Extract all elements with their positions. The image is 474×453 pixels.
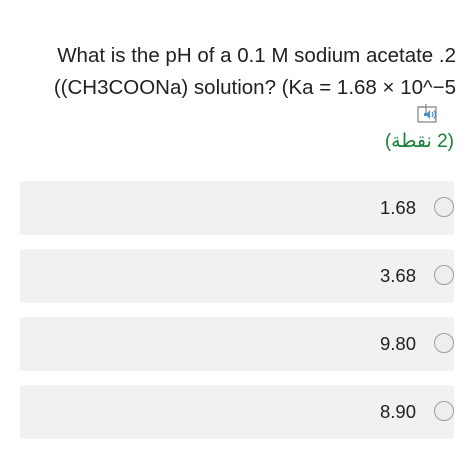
points-label: (2 نقطة) (384, 131, 454, 152)
radio-button[interactable] (434, 401, 454, 421)
option-label: 3.68 (379, 265, 416, 286)
radio-button[interactable] (434, 197, 454, 217)
option-label: 1.68 (379, 197, 416, 218)
radio-button[interactable] (434, 333, 454, 353)
question-text-line-1: What is the pH of a 0.1 M sodium acetate… (57, 44, 456, 67)
question-block: What is the pH of a 0.1 M sodium acetate… (18, 40, 456, 104)
option-2[interactable]: 3.68 (20, 249, 454, 303)
option-3[interactable]: 9.80 (20, 317, 454, 371)
option-1[interactable]: 1.68 (20, 181, 454, 235)
speaker-icon[interactable] (416, 103, 442, 125)
answer-options: 1.68 3.68 9.80 8.90 (20, 181, 454, 453)
radio-button[interactable] (434, 265, 454, 285)
question-text-line-2: ((CH3COONa) solution? (Ka = 1.68 × 10^−5 (53, 76, 456, 99)
option-label: 9.80 (379, 333, 416, 354)
